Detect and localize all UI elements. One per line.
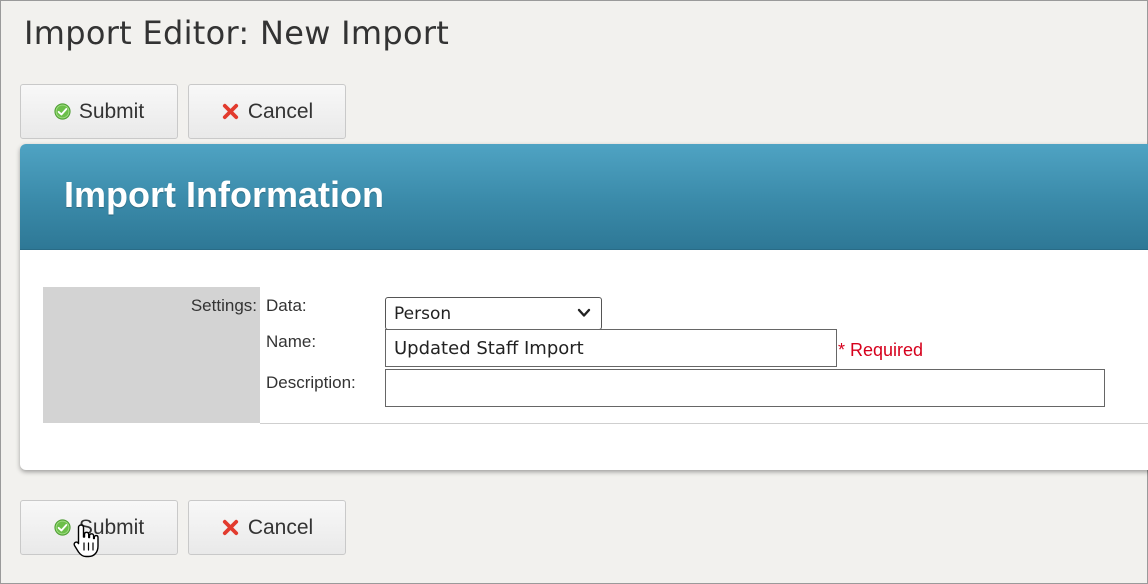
panel-title: Import Information — [64, 174, 384, 215]
cancel-button[interactable]: Cancel — [188, 84, 346, 139]
required-indicator: * Required — [838, 340, 924, 360]
cancel-label: Cancel — [247, 99, 314, 123]
x-icon — [222, 519, 238, 536]
settings-fields: Data: Person Name: * Required Descriptio… — [260, 287, 1148, 424]
data-select-value: Person — [394, 304, 452, 324]
x-icon — [222, 103, 238, 120]
description-label: Description: — [266, 373, 356, 392]
data-label: Data: — [266, 296, 307, 315]
description-input[interactable] — [385, 369, 1105, 407]
submit-label: Submit — [78, 99, 145, 123]
submit-label: Submit — [78, 515, 145, 539]
check-circle-icon — [54, 519, 71, 536]
submit-button-bottom[interactable]: Submit — [20, 500, 178, 555]
chevron-down-icon — [577, 308, 591, 317]
name-input[interactable] — [385, 329, 837, 367]
data-select[interactable]: Person — [385, 297, 602, 330]
cancel-label: Cancel — [247, 515, 314, 539]
name-label: Name: — [266, 332, 317, 351]
cancel-button-bottom[interactable]: Cancel — [188, 500, 346, 555]
settings-label: Settings: — [43, 287, 260, 423]
import-information-panel: Import Information Settings: Data: Perso… — [20, 144, 1148, 470]
panel-header: Import Information — [20, 144, 1148, 250]
submit-button[interactable]: Submit — [20, 84, 178, 139]
check-circle-icon — [54, 103, 71, 120]
page-title: Import Editor: New Import — [24, 14, 450, 52]
